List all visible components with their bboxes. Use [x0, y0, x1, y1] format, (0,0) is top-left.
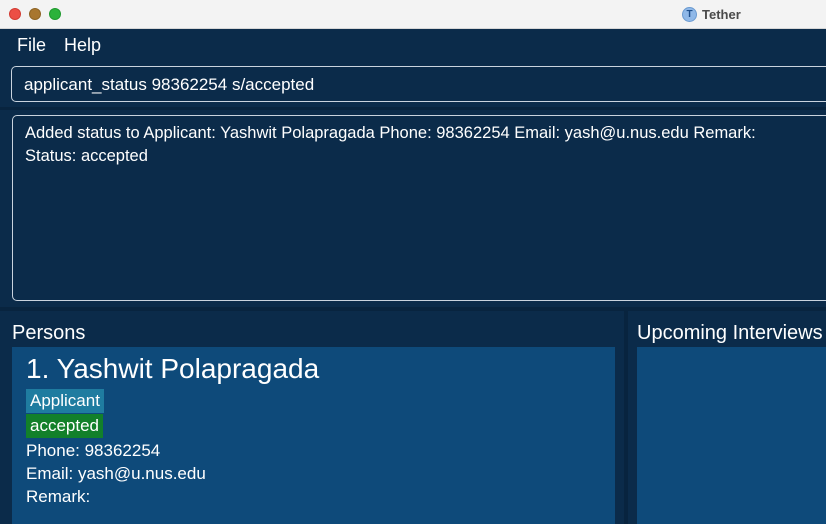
interviews-title: Upcoming Interviews	[637, 322, 823, 344]
result-line: Status: accepted	[25, 147, 148, 165]
close-window-button[interactable]	[9, 8, 21, 20]
menu-file[interactable]: File	[8, 35, 55, 56]
person-card[interactable]: 1. Yashwit Polapragada Applicant accepte…	[12, 347, 615, 524]
status-tag: accepted	[26, 414, 103, 438]
result-line: Added status to Applicant: Yashwit Polap…	[25, 124, 756, 142]
menu-help[interactable]: Help	[55, 35, 110, 56]
divider	[0, 107, 826, 110]
interviews-list	[637, 347, 826, 524]
title-bar: T Tether	[0, 0, 826, 29]
window-title: T Tether	[682, 5, 741, 23]
command-input[interactable]: applicant_status 98362254 s/accepted	[11, 66, 826, 102]
persons-title: Persons	[12, 322, 86, 344]
interviews-panel: Upcoming Interviews	[628, 311, 826, 524]
person-email: Email: yash@u.nus.edu	[26, 464, 206, 483]
maximize-window-button[interactable]	[49, 8, 61, 20]
person-phone: Phone: 98362254	[26, 441, 161, 460]
window-title-text: Tether	[702, 6, 741, 22]
result-display[interactable]: Added status to Applicant: Yashwit Polap…	[12, 115, 826, 301]
person-remark: Remark:	[26, 487, 91, 506]
role-tag: Applicant	[26, 389, 104, 413]
app-logo-icon: T	[682, 6, 697, 22]
person-name: 1. Yashwit Polapragada	[26, 353, 320, 384]
persons-panel: Persons 1. Yashwit Polapragada Applicant…	[0, 311, 624, 524]
menu-bar: File Help	[0, 29, 826, 62]
minimize-window-button[interactable]	[29, 8, 41, 20]
